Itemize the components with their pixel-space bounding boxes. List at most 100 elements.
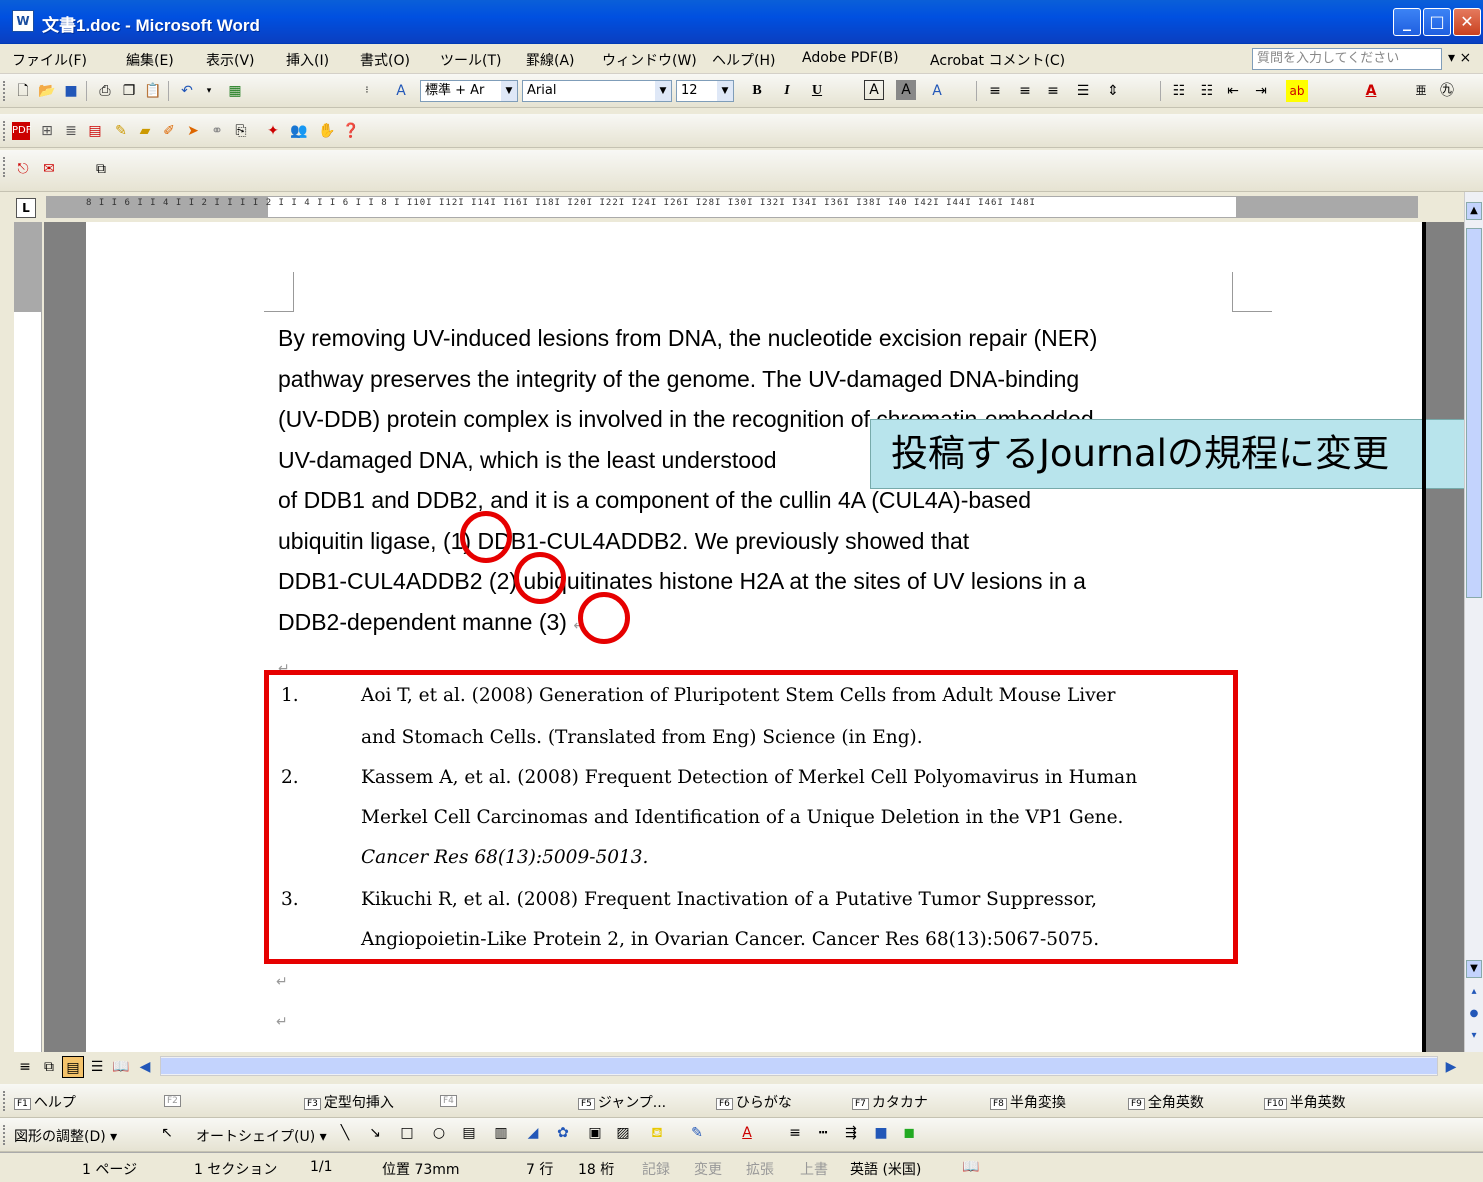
open-folder-icon[interactable]: 📂 [36, 80, 58, 102]
f1-key[interactable]: F1 ヘルプ [14, 1092, 76, 1112]
f10-key[interactable]: F10 半角英数 [1264, 1092, 1346, 1112]
pdf-mail-icon[interactable]: ✉ [38, 158, 60, 180]
tab-selector-icon[interactable]: L [16, 198, 36, 218]
outline-view-icon[interactable]: ☰ [86, 1056, 108, 1078]
f9-key[interactable]: F9 全角英数 [1128, 1092, 1204, 1112]
help-search-input[interactable]: 質問を入力してください [1252, 48, 1442, 70]
status-extend[interactable]: 拡張 [746, 1159, 774, 1179]
picture-icon[interactable]: ▨ [612, 1122, 634, 1144]
style-combo[interactable]: 標準 + Ar ▼ [420, 80, 518, 102]
pdf-create-icon[interactable]: ⎋ [12, 158, 34, 180]
menu-view[interactable]: 表示(V) [206, 50, 255, 70]
font-color-icon[interactable]: A [736, 1122, 758, 1144]
maximize-button[interactable]: □ [1423, 8, 1451, 36]
browse-object-icon[interactable]: ● [1466, 1006, 1482, 1024]
vertical-ruler[interactable] [14, 222, 42, 1052]
char-scale-icon[interactable]: A [926, 80, 948, 102]
menu-edit[interactable]: 編集(E) [126, 50, 174, 70]
bold-button[interactable]: B [746, 80, 768, 102]
scroll-up-icon[interactable]: ▲ [1466, 202, 1482, 220]
adjust-shape-menu[interactable]: 図形の調整(D) ▾ [14, 1126, 117, 1146]
menu-format[interactable]: 書式(O) [360, 50, 410, 70]
insert-icon[interactable]: ➤ [182, 120, 204, 142]
next-page-icon[interactable]: ▾ [1466, 1028, 1482, 1046]
web-layout-icon[interactable]: ⧉ [38, 1056, 60, 1078]
prev-page-icon[interactable]: ▴ [1466, 984, 1482, 1002]
char-shading-icon[interactable]: A [896, 80, 916, 100]
menu-table[interactable]: 罫線(A) [526, 50, 575, 70]
textbox-tool-icon[interactable]: ▤ [458, 1122, 480, 1144]
minimize-button[interactable]: _ [1393, 8, 1421, 36]
f4-key[interactable]: F4 [440, 1092, 460, 1108]
line-spacing-icon[interactable]: ⇕ [1102, 80, 1124, 102]
status-overtype[interactable]: 上書 [800, 1159, 828, 1179]
menu-file[interactable]: ファイル(F) [12, 50, 87, 70]
status-track-changes[interactable]: 変更 [694, 1159, 722, 1179]
comment-icon[interactable]: ✎ [110, 120, 132, 142]
font-combo[interactable]: Arial ▼ [522, 80, 672, 102]
spelling-status-icon[interactable]: 📖 [962, 1159, 979, 1175]
numbering-icon[interactable]: ☷ [1168, 80, 1190, 102]
track-icon[interactable]: ▤ [84, 120, 106, 142]
new-document-icon[interactable]: 🗋 [12, 80, 34, 102]
reading-layout-icon[interactable]: 📖 [110, 1056, 132, 1078]
menu-acrobat-comment[interactable]: Acrobat コメント(C) [930, 50, 1065, 70]
styles-pane-icon[interactable]: A [390, 80, 412, 102]
phonetic-guide-icon[interactable]: 亜 [1410, 80, 1432, 102]
highlight-icon[interactable]: ab [1286, 80, 1308, 102]
vertical-textbox-icon[interactable]: ▥ [490, 1122, 512, 1144]
status-record[interactable]: 記録 [642, 1159, 670, 1179]
align-right-icon[interactable]: ≡ [1042, 80, 1064, 102]
f7-key[interactable]: F7 カタカナ [852, 1092, 928, 1112]
review-icon[interactable]: ⊞ [36, 120, 58, 142]
f8-key[interactable]: F8 半角変換 [990, 1092, 1066, 1112]
pdf-review-icon[interactable]: ⧉ [90, 158, 112, 180]
f2-key[interactable]: F2 [164, 1092, 184, 1108]
print-icon[interactable]: ⎙ [94, 80, 116, 102]
chevron-down-icon[interactable]: ▼ [655, 81, 671, 101]
autoshape-menu[interactable]: オートシェイプ(U) ▾ [196, 1126, 327, 1146]
3d-icon[interactable]: ◼ [898, 1122, 920, 1144]
table-tools-icon[interactable]: ▦ [224, 80, 246, 102]
menu-insert[interactable]: 挿入(I) [286, 50, 329, 70]
undo-dropdown-icon[interactable]: ▾ [198, 80, 220, 102]
word-doc-icon[interactable]: W [12, 10, 34, 32]
copy-icon[interactable]: ❐ [118, 80, 140, 102]
markup-icon[interactable]: ✦ [262, 120, 284, 142]
shadow-icon[interactable]: ■ [870, 1122, 892, 1144]
arrow-tool-icon[interactable]: ↘ [364, 1122, 386, 1144]
link-icon[interactable]: ⚭ [206, 120, 228, 142]
distribute-icon[interactable]: ☰ [1072, 80, 1094, 102]
wordart-icon[interactable]: ◢ [522, 1122, 544, 1144]
dash-style-icon[interactable]: ┅ [812, 1122, 834, 1144]
vertical-scrollbar[interactable]: ▲ ▼ ▴ ● ▾ [1464, 192, 1483, 1052]
document-page[interactable]: By removing UV-induced lesions from DNA,… [86, 222, 1422, 1052]
pdf-icon[interactable]: PDF [12, 122, 31, 140]
compare-icon[interactable]: ≣ [60, 120, 82, 142]
decrease-indent-icon[interactable]: ⇤ [1222, 80, 1244, 102]
horizontal-scrollbar[interactable] [160, 1056, 1438, 1076]
char-border-icon[interactable]: A [864, 80, 884, 100]
align-center-icon[interactable]: ≡ [1014, 80, 1036, 102]
save-icon[interactable]: ■ [60, 80, 82, 102]
italic-button[interactable]: I [776, 80, 798, 102]
hand-icon[interactable]: ✋ [316, 120, 338, 142]
arrow-style-icon[interactable]: ⇶ [840, 1122, 862, 1144]
scroll-thumb[interactable] [1466, 228, 1482, 598]
menu-adobe-pdf[interactable]: Adobe PDF(B) [802, 50, 899, 66]
doc-icon[interactable]: ⎘ [230, 120, 252, 142]
people-icon[interactable]: 👥 [288, 120, 310, 142]
paste-icon[interactable]: 📋 [142, 80, 164, 102]
help-icon[interactable]: ❓ [340, 120, 362, 142]
line-color-icon[interactable]: ✎ [686, 1122, 708, 1144]
menu-tools[interactable]: ツール(T) [440, 50, 501, 70]
menu-help[interactable]: ヘルプ(H) [712, 50, 775, 70]
f5-key[interactable]: F5 ジャンプ... [578, 1092, 666, 1112]
folder-icon[interactable]: ▰ [134, 120, 156, 142]
print-layout-icon[interactable]: ▤ [62, 1056, 84, 1078]
scroll-down-icon[interactable]: ▼ [1466, 960, 1482, 978]
fill-color-icon[interactable]: ⛾ [646, 1122, 668, 1144]
align-justify-icon[interactable]: ≡ [984, 80, 1006, 102]
enclose-char-icon[interactable]: ㊈ [1436, 80, 1458, 102]
f3-key[interactable]: F3 定型句挿入 [304, 1092, 394, 1112]
